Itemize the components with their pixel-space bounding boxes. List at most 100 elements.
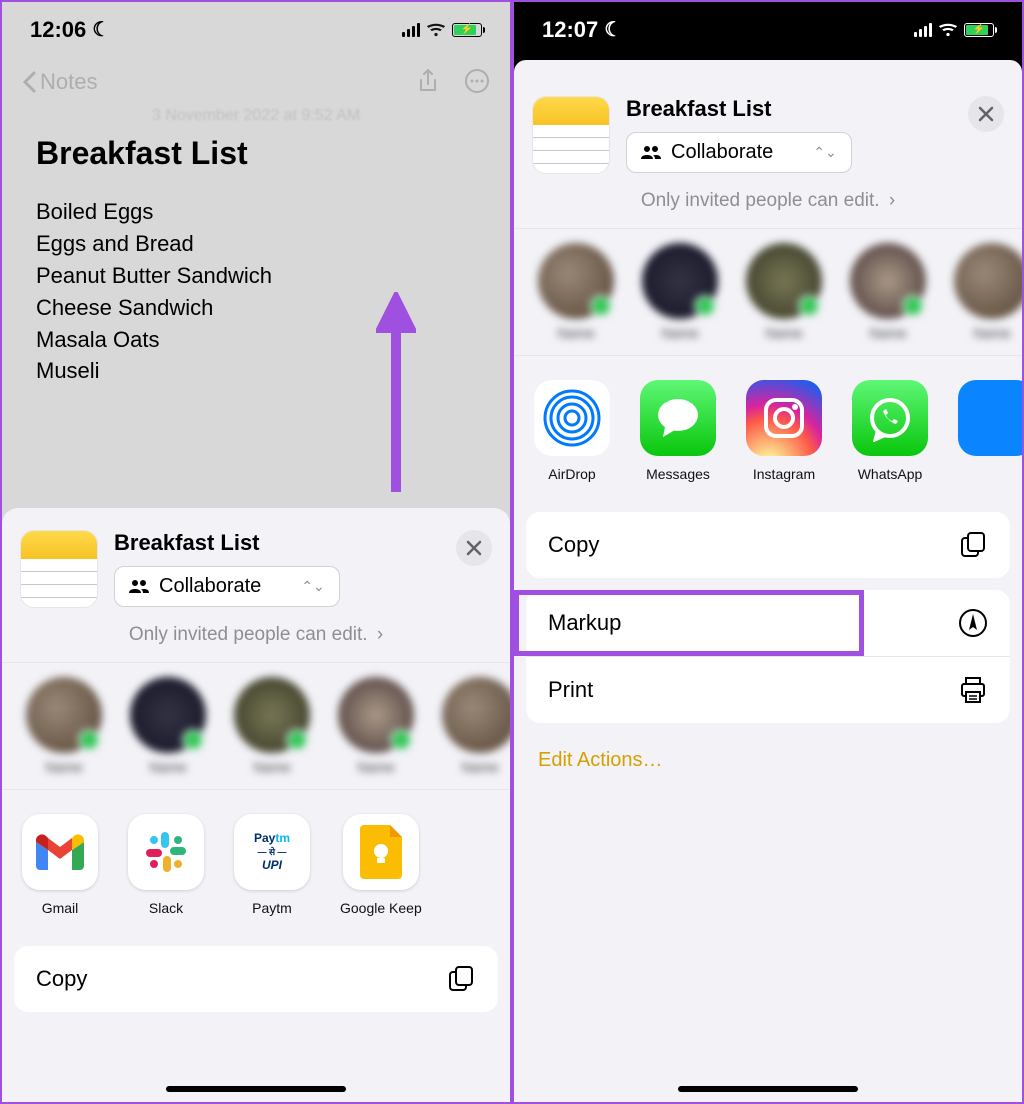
cellular-signal-icon [914,23,932,37]
share-sheet: Breakfast List Collaborate ⌃⌄ Only invit… [514,60,1022,1102]
edit-actions-link[interactable]: Edit Actions… [514,735,1022,786]
phone-screenshot-right: 12:07 ☾ ⚡ Breakfast List [512,0,1024,1104]
note-app-icon [20,530,98,608]
share-app-paytm[interactable]: Paytm— से —UPI Paytm [234,814,310,916]
google-keep-icon [343,814,419,890]
people-icon [129,579,149,595]
nav-bar: Notes [2,57,510,107]
share-sheet: Breakfast List Collaborate ⌃⌄ Only invit… [2,508,510,1102]
airdrop-icon [534,380,610,456]
app-label: Gmail [42,900,79,916]
back-button[interactable]: Notes [22,69,97,95]
markup-icon [958,608,988,638]
wifi-icon [938,22,958,37]
note-line: Cheese Sandwich [36,292,476,324]
back-label: Notes [40,69,97,95]
share-apps-row: AirDrop Messages Instagram [514,356,1022,500]
close-icon [466,540,482,556]
action-card: Copy [526,512,1010,578]
action-label: Markup [548,610,621,636]
note-content: Breakfast List Boiled Eggs Eggs and Brea… [2,125,510,397]
share-app-messages[interactable]: Messages [640,380,716,482]
share-apps-row: Gmail Slack Paytm— से —UPI Paytm [2,790,510,934]
copy-icon [446,964,476,994]
instagram-icon [746,380,822,456]
share-app-more[interactable] [958,380,1022,482]
battery-icon: ⚡ [452,23,482,37]
note-app-icon [532,96,610,174]
sheet-title: Breakfast List [626,96,952,122]
battery-icon: ⚡ [964,23,994,37]
dnd-moon-icon: ☾ [604,17,622,42]
app-icon-partial [958,380,1022,456]
print-action[interactable]: Print [526,657,1010,723]
contacts-row: Name Name Name Name Name [2,662,510,790]
note-line: Masala Oats [36,324,476,356]
collaborate-selector[interactable]: Collaborate ⌃⌄ [114,566,340,607]
note-line: Peanut Butter Sandwich [36,260,476,292]
slack-icon [128,814,204,890]
contact-item[interactable]: Name [538,243,614,341]
contact-item[interactable]: Name [642,243,718,341]
app-label: Instagram [753,466,815,482]
action-card: Markup Print [526,590,1010,723]
markup-action[interactable]: Markup [526,590,1010,657]
app-label: Messages [646,466,710,482]
share-app-keep[interactable]: Google Keep [340,814,422,916]
copy-action[interactable]: Copy [526,512,1010,578]
action-card: Copy [14,946,498,1012]
app-label: WhatsApp [858,466,923,482]
status-time: 12:06 [30,17,86,43]
app-label: AirDrop [548,466,595,482]
copy-action[interactable]: Copy [14,946,498,1012]
app-label: Google Keep [340,900,422,916]
people-icon [641,145,661,161]
contact-item[interactable]: Name [338,677,414,775]
paytm-icon: Paytm— से —UPI [234,814,310,890]
cellular-signal-icon [402,23,420,37]
contacts-row: Name Name Name Name Name [514,228,1022,356]
contact-item[interactable]: Name [850,243,926,341]
note-title: Breakfast List [36,135,476,172]
share-app-airdrop[interactable]: AirDrop [534,380,610,482]
home-indicator[interactable] [166,1086,346,1092]
contact-item[interactable]: Name [130,677,206,775]
chevron-updown-icon: ⌃⌄ [813,144,836,161]
copy-icon [958,530,988,560]
close-button[interactable] [968,96,1004,132]
home-indicator[interactable] [678,1086,858,1092]
status-bar: 12:06 ☾ ⚡ [2,2,510,57]
action-label: Print [548,677,593,703]
close-button[interactable] [456,530,492,566]
contact-item[interactable]: Name [234,677,310,775]
gmail-icon [22,814,98,890]
contact-item[interactable]: Name [442,677,510,775]
status-time: 12:07 [542,17,598,43]
app-label: Paytm [252,900,292,916]
collab-label: Collaborate [671,141,773,164]
action-label: Copy [36,966,87,992]
dnd-moon-icon: ☾ [92,17,110,42]
collaborate-selector[interactable]: Collaborate ⌃⌄ [626,132,852,173]
permission-info[interactable]: Only invited people can edit. › [2,618,510,662]
chevron-right-icon: › [889,190,895,211]
chevron-right-icon: › [377,624,383,645]
whatsapp-icon [852,380,928,456]
collab-label: Collaborate [159,575,261,598]
share-app-slack[interactable]: Slack [128,814,204,916]
share-app-instagram[interactable]: Instagram [746,380,822,482]
app-label: Slack [149,900,183,916]
permission-info[interactable]: Only invited people can edit. › [514,184,1022,228]
chevron-updown-icon: ⌃⌄ [301,578,324,595]
share-app-gmail[interactable]: Gmail [22,814,98,916]
contact-item[interactable]: Name [746,243,822,341]
note-timestamp: 3 November 2022 at 9:52 AM [2,107,510,125]
contact-item[interactable]: Name [26,677,102,775]
phone-screenshot-left: 12:06 ☾ ⚡ Notes 3 November 2022 at 9:52 … [0,0,512,1104]
contact-item[interactable]: Name [954,243,1022,341]
more-icon[interactable] [464,68,490,94]
share-icon[interactable] [416,68,440,96]
share-app-whatsapp[interactable]: WhatsApp [852,380,928,482]
note-line: Boiled Eggs [36,196,476,228]
wifi-icon [426,22,446,37]
